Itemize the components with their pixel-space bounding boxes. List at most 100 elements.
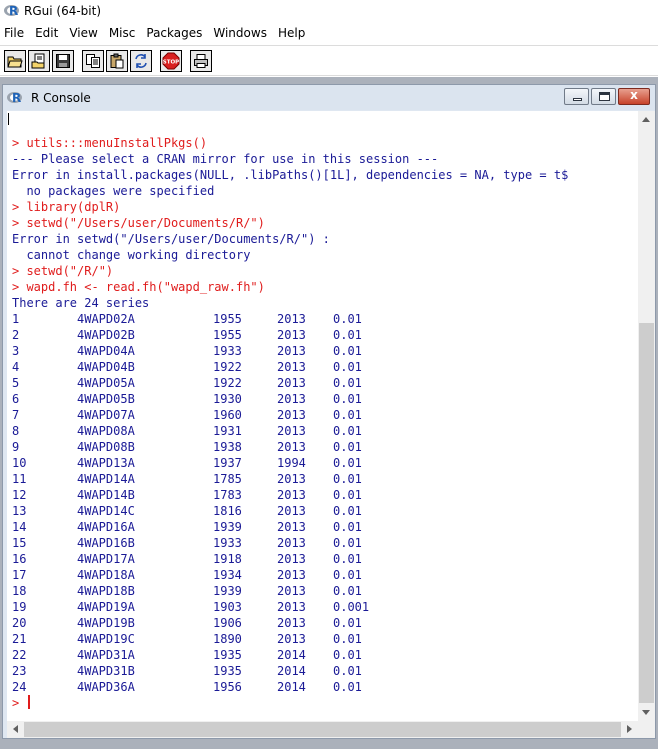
- series-id: 4WAPD14C: [77, 504, 135, 518]
- series-id: 4WAPD14A: [77, 472, 135, 486]
- series-index: 16: [12, 552, 27, 566]
- series-last-year: 2013: [277, 616, 306, 630]
- input-caret: [28, 695, 31, 709]
- menu-windows[interactable]: Windows: [213, 26, 273, 40]
- series-id: 4WAPD16A: [77, 520, 135, 534]
- series-id: 4WAPD04A: [77, 344, 135, 358]
- series-last-year: 2013: [277, 424, 306, 438]
- menu-misc[interactable]: Misc: [109, 26, 142, 40]
- series-first-year: 1903: [213, 600, 242, 614]
- series-id: 4WAPD13A: [77, 456, 135, 470]
- load-workspace-button[interactable]: [28, 49, 50, 72]
- series-last-year: 2013: [277, 344, 306, 358]
- series-precision: 0.001: [333, 600, 370, 614]
- series-id: 4WAPD31B: [77, 664, 135, 678]
- series-precision: 0.01: [333, 568, 362, 582]
- console-output[interactable]: > utils:::menuInstallPkgs() --- Please se…: [7, 111, 638, 721]
- vertical-scrollbar[interactable]: [638, 111, 655, 721]
- console-input-line: > setwd("/R/"): [12, 264, 114, 278]
- series-index: 15: [12, 536, 27, 550]
- series-last-year: 2014: [277, 680, 306, 694]
- console-input-line: > wapd.fh <- read.fh("wapd_raw.fh"): [12, 280, 265, 294]
- series-precision: 0.01: [333, 440, 362, 454]
- series-last-year: 2013: [277, 328, 306, 342]
- series-id: 4WAPD02A: [77, 312, 135, 326]
- stop-button[interactable]: STOP: [160, 49, 182, 72]
- menu-edit[interactable]: Edit: [35, 26, 64, 40]
- save-workspace-button[interactable]: [52, 49, 74, 72]
- menu-help[interactable]: Help: [278, 26, 311, 40]
- series-row: 20 4WAPD19B 1906 2013 0.01: [12, 615, 568, 631]
- print-button[interactable]: [190, 49, 212, 72]
- horizontal-scrollbar[interactable]: [7, 721, 638, 738]
- series-row: 12 4WAPD14B 1783 2013 0.01: [12, 487, 568, 503]
- series-last-year: 2013: [277, 536, 306, 550]
- close-button[interactable]: x: [618, 88, 650, 105]
- series-first-year: 1783: [213, 488, 242, 502]
- paste-icon: [110, 53, 124, 68]
- series-first-year: 1922: [213, 376, 242, 390]
- maximize-icon: [599, 92, 610, 101]
- series-row: 1 4WAPD02A 1955 2013 0.01: [12, 311, 568, 327]
- console-prompt[interactable]: >: [12, 695, 568, 711]
- menu-packages[interactable]: Packages: [146, 26, 208, 40]
- horizontal-scroll-thumb[interactable]: [24, 722, 621, 737]
- series-row: 6 4WAPD05B 1930 2013 0.01: [12, 391, 568, 407]
- series-index: 24: [12, 680, 27, 694]
- series-index: 18: [12, 584, 27, 598]
- series-last-year: 2013: [277, 376, 306, 390]
- series-last-year: 2014: [277, 648, 306, 662]
- series-last-year: 2013: [277, 472, 306, 486]
- series-id: 4WAPD02B: [77, 328, 135, 342]
- series-first-year: 1937: [213, 456, 242, 470]
- console-output-line: cannot change working directory: [12, 248, 251, 262]
- series-row: 16 4WAPD17A 1918 2013 0.01: [12, 551, 568, 567]
- scroll-right-icon[interactable]: [627, 725, 632, 733]
- app-title: RGui (64-bit): [24, 4, 102, 18]
- minimize-button[interactable]: [564, 88, 589, 105]
- copy-icon: [86, 53, 100, 68]
- series-first-year: 1955: [213, 312, 242, 326]
- series-id: 4WAPD31A: [77, 648, 135, 662]
- scroll-down-icon[interactable]: [642, 710, 650, 715]
- series-precision: 0.01: [333, 504, 362, 518]
- maximize-button[interactable]: [591, 88, 616, 105]
- series-index: 19: [12, 600, 27, 614]
- series-precision: 0.01: [333, 616, 362, 630]
- series-id: 4WAPD08B: [77, 440, 135, 454]
- series-last-year: 2013: [277, 504, 306, 518]
- series-precision: 0.01: [333, 328, 362, 342]
- series-id: 4WAPD18A: [77, 568, 135, 582]
- series-first-year: 1930: [213, 392, 242, 406]
- text-cursor: [8, 113, 9, 125]
- open-script-button[interactable]: [4, 49, 26, 72]
- r-logo-icon: R: [4, 4, 20, 18]
- series-first-year: 1935: [213, 664, 242, 678]
- series-row: 3 4WAPD04A 1933 2013 0.01: [12, 343, 568, 359]
- console-output-line: Error in setwd("/Users/user/Documents/R/…: [12, 232, 330, 246]
- scroll-up-icon[interactable]: [642, 117, 650, 122]
- series-first-year: 1816: [213, 504, 242, 518]
- copy-paste-button[interactable]: [130, 49, 152, 72]
- r-console-titlebar[interactable]: R R Console x: [3, 85, 655, 110]
- menu-view[interactable]: View: [69, 26, 103, 40]
- series-first-year: 1939: [213, 584, 242, 598]
- series-precision: 0.01: [333, 680, 362, 694]
- series-index: 1: [12, 312, 20, 326]
- console-input-line: > setwd("/Users/user/Documents/R/"): [12, 216, 265, 230]
- series-precision: 0.01: [333, 664, 362, 678]
- scroll-left-icon[interactable]: [13, 725, 18, 733]
- vertical-scroll-thumb[interactable]: [639, 323, 654, 703]
- series-row: 7 4WAPD07A 1960 2013 0.01: [12, 407, 568, 423]
- console-output-line: --- Please select a CRAN mirror for use …: [12, 152, 439, 166]
- series-id: 4WAPD04B: [77, 360, 135, 374]
- r-console-icon: R: [7, 91, 23, 105]
- load-workspace-icon: [31, 53, 45, 68]
- menu-file[interactable]: File: [4, 26, 30, 40]
- console-input-line: > library(dplR): [12, 200, 121, 214]
- r-console-window: R R Console x > utils:::menuInstallPkgs(…: [2, 84, 656, 739]
- copy-button[interactable]: [82, 49, 104, 72]
- paste-button[interactable]: [106, 49, 128, 72]
- series-first-year: 1935: [213, 648, 242, 662]
- series-row: 4 4WAPD04B 1922 2013 0.01: [12, 359, 568, 375]
